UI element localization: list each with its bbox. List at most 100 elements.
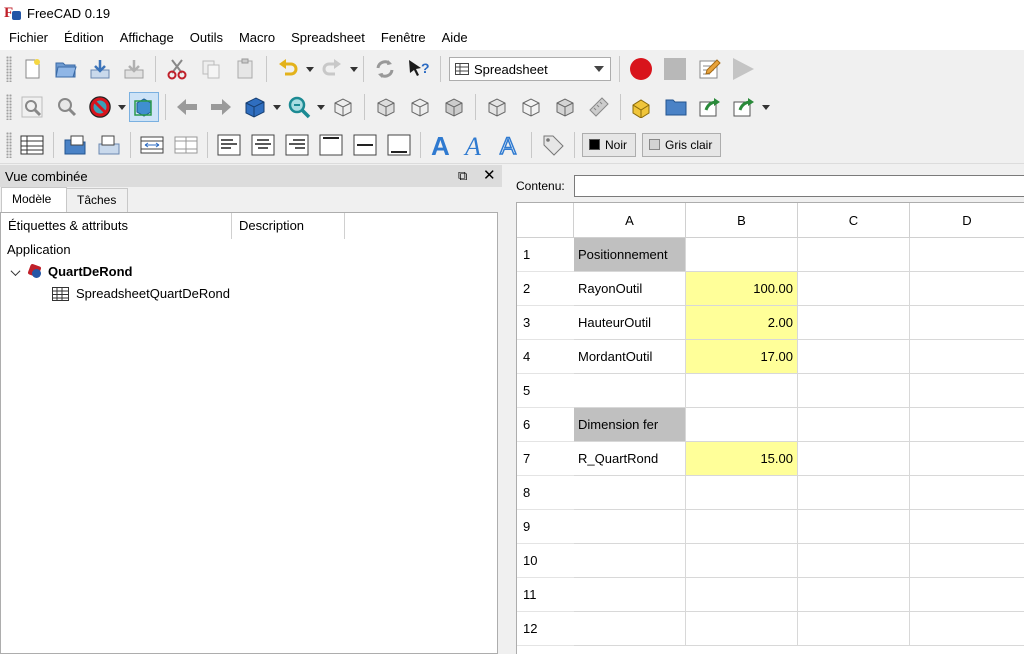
background-color-button[interactable]: Gris clair: [642, 132, 722, 157]
column-header-d[interactable]: D: [910, 203, 1024, 238]
cell-c2[interactable]: [798, 272, 910, 306]
cell-b1[interactable]: [686, 238, 798, 272]
align-vcenter-icon[interactable]: [350, 130, 380, 160]
open-document-icon[interactable]: [51, 54, 81, 84]
view-right-icon[interactable]: [439, 92, 469, 122]
cell-b9[interactable]: [686, 510, 798, 544]
column-description[interactable]: Description: [232, 213, 345, 239]
align-top-icon[interactable]: [316, 130, 346, 160]
undo-dropdown-icon[interactable]: [305, 54, 315, 84]
cell-b2[interactable]: 100.00: [686, 272, 798, 306]
cell-d1[interactable]: [910, 238, 1024, 272]
menu-spreadsheet[interactable]: Spreadsheet: [283, 26, 373, 50]
cell-b4[interactable]: 17.00: [686, 340, 798, 374]
row-header[interactable]: 9: [517, 510, 574, 544]
group-icon[interactable]: [661, 92, 691, 122]
workbench-select[interactable]: Spreadsheet: [449, 57, 611, 81]
float-icon[interactable]: ⧉: [458, 168, 467, 184]
cell-d9[interactable]: [910, 510, 1024, 544]
link-icon[interactable]: [695, 92, 725, 122]
set-alias-icon[interactable]: [538, 130, 568, 160]
redo-dropdown-icon[interactable]: [349, 54, 359, 84]
view-front-icon[interactable]: [371, 92, 401, 122]
row-header[interactable]: 5: [517, 374, 574, 408]
draw-style-icon[interactable]: [85, 92, 115, 122]
measure-icon[interactable]: [584, 92, 614, 122]
run-macro-icon[interactable]: [728, 54, 758, 84]
tab-taches[interactable]: Tâches: [66, 188, 128, 213]
row-header[interactable]: 6: [517, 408, 574, 442]
row-header[interactable]: 11: [517, 578, 574, 612]
export-spreadsheet-icon[interactable]: [94, 130, 124, 160]
part-icon[interactable]: [627, 92, 657, 122]
row-header[interactable]: 1: [517, 238, 574, 272]
cell-b7[interactable]: 15.00: [686, 442, 798, 476]
cell-c4[interactable]: [798, 340, 910, 374]
sync-view-icon[interactable]: [240, 92, 270, 122]
copy-icon[interactable]: [196, 54, 226, 84]
edit-macro-icon[interactable]: [694, 54, 724, 84]
paste-icon[interactable]: [230, 54, 260, 84]
cell-b6[interactable]: [686, 408, 798, 442]
tree-spreadsheet-row[interactable]: SpreadsheetQuartDeRond: [52, 283, 230, 305]
cell-d11[interactable]: [910, 578, 1024, 612]
toolbar-grip[interactable]: [6, 94, 12, 120]
align-bottom-icon[interactable]: [384, 130, 414, 160]
style-italic-icon[interactable]: A: [461, 130, 491, 160]
view-bottom-icon[interactable]: [516, 92, 546, 122]
cell-a9[interactable]: [574, 510, 686, 544]
link-actions-dropdown-icon[interactable]: [761, 92, 771, 122]
contenu-input[interactable]: [574, 175, 1024, 197]
cell-b3[interactable]: 2.00: [686, 306, 798, 340]
cell-c8[interactable]: [798, 476, 910, 510]
chevron-down-icon[interactable]: [9, 266, 21, 278]
cell-b5[interactable]: [686, 374, 798, 408]
menu-edition[interactable]: Édition: [56, 26, 112, 50]
tree-document-row[interactable]: QuartDeRond: [9, 261, 133, 283]
cell-a2[interactable]: RayonOutil: [574, 272, 686, 306]
column-header-c[interactable]: C: [798, 203, 910, 238]
menu-affichage[interactable]: Affichage: [112, 26, 182, 50]
cell-b8[interactable]: [686, 476, 798, 510]
splitter[interactable]: [502, 165, 516, 654]
whats-this-icon[interactable]: ?: [404, 54, 434, 84]
fit-all-icon[interactable]: [17, 92, 47, 122]
menu-fenetre[interactable]: Fenêtre: [373, 26, 434, 50]
row-header[interactable]: 4: [517, 340, 574, 374]
row-header[interactable]: 7: [517, 442, 574, 476]
cell-a7[interactable]: R_QuartRond: [574, 442, 686, 476]
view-left-icon[interactable]: [550, 92, 580, 122]
close-icon[interactable]: ✕: [483, 168, 496, 184]
stop-macro-icon[interactable]: [660, 54, 690, 84]
split-cell-icon[interactable]: [171, 130, 201, 160]
bounding-box-icon[interactable]: [129, 92, 159, 122]
zoom-icon[interactable]: [284, 92, 314, 122]
cell-b10[interactable]: [686, 544, 798, 578]
merge-cells-icon[interactable]: [137, 130, 167, 160]
column-header-b[interactable]: B: [686, 203, 798, 238]
cell-d3[interactable]: [910, 306, 1024, 340]
cell-a5[interactable]: [574, 374, 686, 408]
menu-macro[interactable]: Macro: [231, 26, 283, 50]
cell-c12[interactable]: [798, 612, 910, 646]
refresh-icon[interactable]: [370, 54, 400, 84]
forward-icon[interactable]: [206, 92, 236, 122]
row-header[interactable]: 2: [517, 272, 574, 306]
cell-c6[interactable]: [798, 408, 910, 442]
column-labels-attributes[interactable]: Étiquettes & attributs: [1, 213, 232, 239]
align-left-icon[interactable]: [214, 130, 244, 160]
cell-c9[interactable]: [798, 510, 910, 544]
cell-c3[interactable]: [798, 306, 910, 340]
row-header[interactable]: 10: [517, 544, 574, 578]
select-all-corner[interactable]: [517, 203, 574, 238]
align-right-icon[interactable]: [282, 130, 312, 160]
save-as-icon[interactable]: [119, 54, 149, 84]
cell-d8[interactable]: [910, 476, 1024, 510]
back-icon[interactable]: [172, 92, 202, 122]
cell-d7[interactable]: [910, 442, 1024, 476]
cell-a10[interactable]: [574, 544, 686, 578]
cell-a4[interactable]: MordantOutil: [574, 340, 686, 374]
draw-style-dropdown-icon[interactable]: [117, 92, 127, 122]
link-actions-icon[interactable]: [729, 92, 759, 122]
cut-icon[interactable]: [162, 54, 192, 84]
